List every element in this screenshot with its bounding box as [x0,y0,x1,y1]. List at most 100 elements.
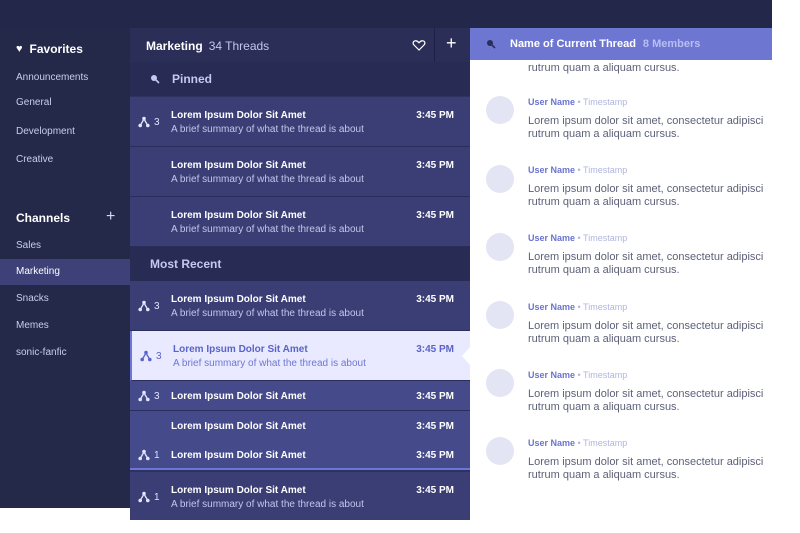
thread-row-selected[interactable]: 3 Lorem Ipsum Dolor Sit Amet A brief sum… [130,331,470,381]
top-bar [0,0,772,28]
avatar[interactable] [486,301,514,329]
message-line: Lorem ipsum dolor sit amet, consectetur … [528,183,764,195]
thread-time: 3:45 PM [416,344,454,355]
message-line: rutrum quam a aliquam cursus. [528,469,680,481]
heart-icon[interactable] [410,36,428,54]
thread-title: Lorem Ipsum Dolor Sit Amet [171,485,306,496]
thread-summary: A brief summary of what the thread is ab… [173,358,366,369]
message-meta: User Name • Timestamp [528,370,627,380]
reply-count-badge: 3 [138,300,160,312]
badge-count: 3 [154,116,160,128]
channels-label: Channels [16,211,71,225]
avatar[interactable] [486,165,514,193]
message-line: Lorem ipsum dolor sit amet, consectetur … [528,320,764,332]
timestamp: • Timestamp [577,438,628,448]
message-meta: User Name • Timestamp [528,233,627,243]
thread-time: 3:45 PM [416,485,454,496]
thread-row[interactable]: Lorem Ipsum Dolor Sit Amet A brief summa… [130,197,470,247]
avatar[interactable] [486,233,514,261]
thread-title: Lorem Ipsum Dolor Sit Amet [171,210,306,221]
thread-time: 3:45 PM [416,110,454,121]
new-thread-button[interactable]: + [446,34,457,52]
thread-title: Lorem Ipsum Dolor Sit Amet [171,421,306,432]
thread-name: Name of Current Thread [510,38,636,50]
favorites-label: Favorites [29,42,83,56]
reply-count-badge: 3 [138,116,160,128]
member-count[interactable]: 8 Members [643,38,700,50]
thread-icon [140,350,152,362]
badge-count: 1 [154,449,160,461]
recent-section-header: Most Recent [130,247,470,281]
badge-count: 3 [154,300,160,312]
message-line: rutrum quam a aliquam cursus. [528,333,680,345]
thread-time: 3:45 PM [416,160,454,171]
thread-title: Lorem Ipsum Dolor Sit Amet [171,450,306,461]
channel-title: Marketing 34 Threads [146,39,269,53]
message-line: Lorem ipsum dolor sit amet, consectetur … [528,251,764,263]
thread-title: Lorem Ipsum Dolor Sit Amet [173,344,308,355]
thread-row[interactable]: 3 Lorem Ipsum Dolor Sit Amet A brief sum… [130,281,470,331]
conversation-title: Name of Current Thread 8 Members [510,38,700,50]
timestamp: • Timestamp [577,165,628,175]
message-line: rutrum quam a aliquam cursus. [528,264,680,276]
thread-summary: A brief summary of what the thread is ab… [171,308,364,319]
user-name[interactable]: User Name [528,233,575,243]
thread-summary: A brief summary of what the thread is ab… [171,224,364,235]
sidebar-item-memes[interactable]: Memes [0,313,130,339]
reply-count-badge: 3 [138,390,160,402]
heart-icon: ♥ [16,43,23,55]
thread-count: 34 Threads [208,39,270,53]
thread-time: 3:45 PM [416,294,454,305]
avatar[interactable] [486,437,514,465]
thread-list-header: Marketing 34 Threads + [130,28,470,64]
pinned-section-header: Pinned [130,62,470,96]
user-name[interactable]: User Name [528,438,575,448]
sidebar-item-snacks[interactable]: Snacks [0,286,130,312]
thread-title: Lorem Ipsum Dolor Sit Amet [171,294,306,305]
sidebar-item-general[interactable]: General [0,90,130,116]
user-name[interactable]: User Name [528,97,575,107]
thread-row[interactable]: 1 Lorem Ipsum Dolor Sit Amet 3:45 PM [130,440,470,470]
thread-title: Lorem Ipsum Dolor Sit Amet [171,110,306,121]
badge-count: 3 [154,390,160,402]
reply-count-badge: 3 [140,350,162,362]
channels-header: Channels [16,211,70,225]
channel-name: Marketing [146,39,203,53]
favorites-header[interactable]: ♥ Favorites [16,42,83,56]
thread-row[interactable]: 3 Lorem Ipsum Dolor Sit Amet 3:45 PM [130,381,470,411]
timestamp: • Timestamp [577,370,628,380]
thread-icon [138,449,150,461]
thread-time: 3:45 PM [416,210,454,221]
thread-title: Lorem Ipsum Dolor Sit Amet [171,391,306,402]
message-line: rutrum quam a aliquam cursus. [528,128,680,140]
sidebar-item-sales[interactable]: Sales [0,233,130,259]
thread-icon [138,300,150,312]
avatar[interactable] [486,96,514,124]
timestamp: • Timestamp [577,302,628,312]
message-line: Lorem ipsum dolor sit amet, consectetur … [528,456,764,468]
message-meta: User Name • Timestamp [528,438,627,448]
thread-time: 3:45 PM [416,391,454,402]
reply-count-badge: 1 [138,491,160,503]
search-icon[interactable] [486,39,496,49]
user-name[interactable]: User Name [528,165,575,175]
sidebar-item-marketing[interactable]: Marketing [0,259,130,285]
thread-row[interactable]: Lorem Ipsum Dolor Sit Amet A brief summa… [130,147,470,197]
thread-list: Marketing 34 Threads + Pinned 3 Lorem Ips… [130,28,470,520]
avatar[interactable] [486,369,514,397]
add-channel-button[interactable]: + [106,209,115,225]
user-name[interactable]: User Name [528,370,575,380]
sidebar-item-sonic-fanfic[interactable]: sonic-fanfic [0,340,130,366]
sidebar-item-development[interactable]: Development [0,119,130,145]
sidebar-item-announcements[interactable]: Announcements [0,65,130,91]
search-icon [151,75,160,84]
reply-count-badge: 1 [138,449,160,461]
badge-count: 1 [154,491,160,503]
message-line: rutrum quam a aliquam cursus. [528,196,680,208]
user-name[interactable]: User Name [528,302,575,312]
thread-row[interactable]: 3 Lorem Ipsum Dolor Sit Amet A brief sum… [130,97,470,147]
thread-row[interactable]: Lorem Ipsum Dolor Sit Amet 3:45 PM [130,411,470,441]
thread-row[interactable]: 1 Lorem Ipsum Dolor Sit Amet A brief sum… [130,472,470,520]
sidebar-item-creative[interactable]: Creative [0,147,130,173]
message-line: rutrum quam a aliquam cursus. [528,401,680,413]
